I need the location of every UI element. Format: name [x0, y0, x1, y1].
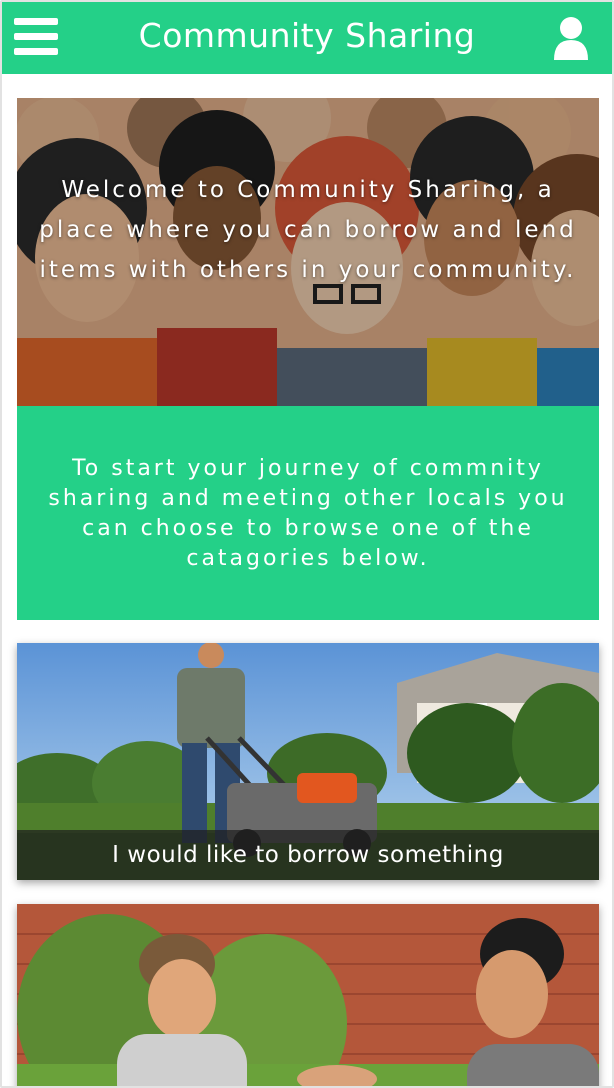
welcome-text: Welcome to Community Sharing, a place wh…	[39, 177, 577, 283]
user-icon[interactable]	[552, 16, 590, 60]
app-header: Community Sharing	[2, 2, 612, 74]
borrow-caption: I would like to borrow something	[17, 830, 599, 880]
borrow-card[interactable]: I would like to borrow something	[17, 643, 599, 880]
hero-banner: Welcome to Community Sharing, a place wh…	[17, 98, 599, 406]
handshake-photo	[17, 904, 599, 1086]
app-frame: Community Sharing Welcome to Community S…	[0, 0, 614, 1088]
app-title: Community Sharing	[138, 16, 476, 55]
instructions-text: To start your journey of commnity sharin…	[48, 456, 568, 571]
info-panel: To start your journey of commnity sharin…	[17, 406, 599, 620]
lend-card[interactable]	[17, 904, 599, 1086]
